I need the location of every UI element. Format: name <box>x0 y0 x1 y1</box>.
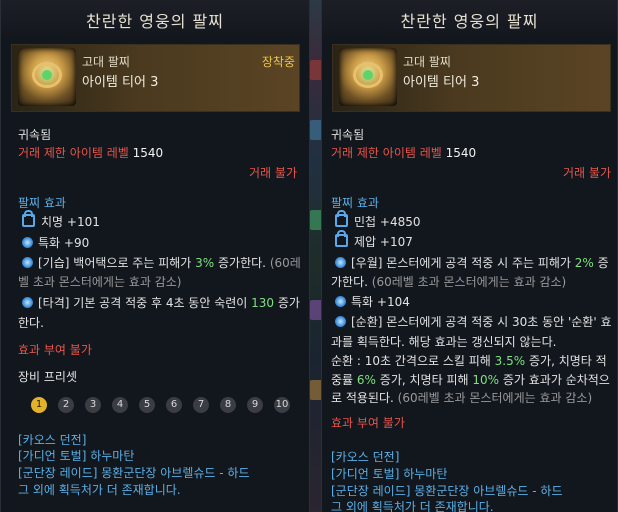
preset-button[interactable]: 9 <box>247 397 263 413</box>
effect-header: 팔찌 효과 <box>331 196 379 210</box>
no-grant-label: 효과 부여 불가 <box>331 416 405 430</box>
trade-status: 거래 불가 <box>249 166 297 180</box>
source-link[interactable]: [카오스 던전] <box>331 448 399 465</box>
lock-icon <box>335 230 348 247</box>
level-requirement: 거래 제한 아이템 레벨 1540 <box>18 146 164 160</box>
item-tier: 아이템 티어 3 <box>403 75 480 90</box>
preset-button[interactable]: 3 <box>85 397 101 413</box>
trade-status: 거래 불가 <box>563 166 611 180</box>
item-name: 찬란한 영웅의 팔찌 <box>400 12 539 31</box>
item-name: 찬란한 영웅의 팔찌 <box>86 12 224 31</box>
special-effect: [기습] 백어택으로 주는 피해가 3% 증가한다. (60레 <box>22 254 301 271</box>
item-tier: 아이템 티어 3 <box>82 75 159 90</box>
special-effect: [우월] 몬스터에게 공격 적중 시 주는 피해가 2% 증 <box>335 254 609 271</box>
item-grade: 고대 팔찌 <box>82 55 130 69</box>
stat-line: 특화 +90 <box>22 234 89 251</box>
effect-continuation: 한다. <box>18 316 44 330</box>
item-tooltip-compare: 찬란한 영웅의 팔찌 고대 팔찌 아이템 티어 3 귀속됨 거래 제한 아이템 … <box>321 0 618 512</box>
equipped-badge: 장착중 <box>261 55 295 69</box>
bound-label: 귀속됨 <box>331 128 365 142</box>
preset-button[interactable]: 5 <box>139 397 155 413</box>
special-effect: [순환] 몬스터에게 공격 적중 시 30초 동안 '순환' 효 <box>335 313 612 330</box>
preset-label: 장비 프리셋 <box>18 370 78 384</box>
level-requirement: 거래 제한 아이템 레벨 1540 <box>331 146 477 160</box>
special-effect: [타격] 기본 공격 적중 후 4초 동안 숙련이 130 증가 <box>22 294 300 311</box>
preset-button[interactable]: 6 <box>166 397 182 413</box>
source-more: 그 외에 획득처가 더 존재합니다. <box>331 500 494 512</box>
effect-continuation: 가한다. (60레벨 초과 몬스터에게는 효과 감소) <box>331 275 567 289</box>
effect-continuation: 중률 6% 증가, 치명타 피해 10% 증가 효과가 순차적으 <box>331 373 610 387</box>
tooltip-header: 찬란한 영웅의 팔찌 <box>322 0 617 36</box>
gem-icon <box>335 296 346 307</box>
preset-button[interactable]: 4 <box>112 397 128 413</box>
source-link[interactable]: [가디언 토벌] 하누마탄 <box>18 447 134 464</box>
item-summary: 고대 팔찌 아이템 티어 3 <box>332 44 611 112</box>
effect-header: 팔찌 효과 <box>18 196 66 210</box>
source-link[interactable]: [군단장 레이드] 몽환군단장 아브렐슈드 - 하드 <box>331 482 563 499</box>
preset-button[interactable]: 1 <box>31 397 47 413</box>
tooltip-header: 찬란한 영웅의 팔찌 <box>1 0 309 36</box>
stat-line: 치명 +101 <box>22 210 100 230</box>
lock-icon <box>22 210 35 227</box>
gem-icon <box>22 297 33 308</box>
preset-button[interactable]: 8 <box>220 397 236 413</box>
source-link[interactable]: [카오스 던전] <box>18 431 86 448</box>
effect-continuation: 순환 : 10초 간격으로 스킬 피해 3.5% 증가, 치명타 적 <box>331 354 607 368</box>
source-more: 그 외에 획득처가 더 존재합니다. <box>18 483 181 497</box>
gem-icon <box>335 316 346 327</box>
stat-line: 특화 +104 <box>335 293 410 310</box>
preset-selector: 1 2 3 4 5 6 7 8 9 10 <box>31 392 290 413</box>
bracelet-icon <box>18 48 76 106</box>
effect-continuation: 과를 획득한다. 해당 효과는 갱신되지 않는다. <box>331 335 557 349</box>
effect-note: 벨 초과 몬스터에게는 효과 감소) <box>18 275 182 289</box>
source-link[interactable]: [군단장 레이드] 몽환군단장 아브렐슈드 - 하드 <box>18 464 250 481</box>
gem-icon <box>335 257 346 268</box>
gem-icon <box>22 237 33 248</box>
preset-button[interactable]: 2 <box>58 397 74 413</box>
preset-button[interactable]: 7 <box>193 397 209 413</box>
gem-icon <box>22 257 33 268</box>
bound-label: 귀속됨 <box>18 128 52 142</box>
stat-line: 민첩 +4850 <box>335 210 421 230</box>
effect-continuation: 로 적용된다. (60레벨 초과 몬스터에게는 효과 감소) <box>331 391 593 405</box>
item-tooltip-equipped: 찬란한 영웅의 팔찌 고대 팔찌 아이템 티어 3 장착중 귀속됨 거래 제한 … <box>0 0 310 512</box>
bracelet-icon <box>339 48 397 106</box>
item-grade: 고대 팔찌 <box>403 55 451 69</box>
stat-line: 제압 +107 <box>335 230 413 250</box>
no-grant-label: 효과 부여 불가 <box>18 343 92 357</box>
lock-icon <box>335 210 348 227</box>
preset-button[interactable]: 10 <box>274 397 290 413</box>
source-link[interactable]: [가디언 토벌] 하누마탄 <box>331 465 447 482</box>
item-summary: 고대 팔찌 아이템 티어 3 장착중 <box>11 44 300 112</box>
